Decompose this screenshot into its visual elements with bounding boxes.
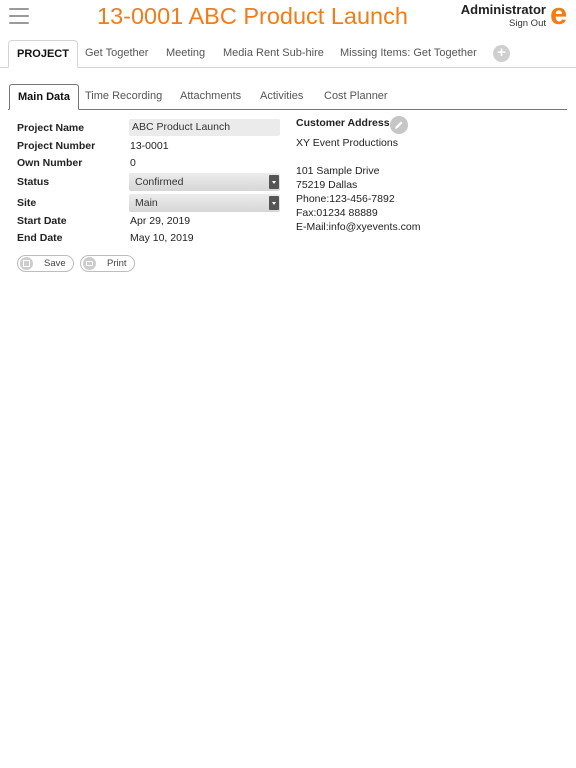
status-select[interactable]: Confirmed bbox=[129, 173, 280, 191]
tab-meeting[interactable]: Meeting bbox=[166, 40, 205, 68]
customer-street: 101 Sample Drive bbox=[296, 165, 380, 177]
end-date-label: End Date bbox=[17, 232, 63, 244]
tab-media-rent-sub-hire[interactable]: Media Rent Sub-hire bbox=[223, 40, 324, 68]
status-label: Status bbox=[17, 176, 50, 188]
sign-out-link[interactable]: Sign Out bbox=[509, 18, 546, 29]
customer-fax: Fax:01234 88889 bbox=[296, 207, 378, 219]
tab-time-recording[interactable]: Time Recording bbox=[85, 84, 162, 110]
customer-company: XY Event Productions bbox=[296, 137, 398, 149]
own-number-value: 0 bbox=[130, 157, 136, 169]
main-tab-bar: PROJECT Get Together Meeting Media Rent … bbox=[0, 40, 576, 68]
tab-activities[interactable]: Activities bbox=[260, 84, 303, 110]
project-name-input[interactable]: ABC Product Launch bbox=[129, 119, 280, 136]
printer-icon bbox=[83, 257, 96, 270]
site-select[interactable]: Main bbox=[129, 194, 280, 212]
customer-address-heading: Customer Address bbox=[296, 117, 390, 129]
site-select-value: Main bbox=[135, 197, 158, 209]
tab-project[interactable]: PROJECT bbox=[8, 40, 78, 68]
end-date-value[interactable]: May 10, 2019 bbox=[130, 232, 194, 244]
customer-phone: Phone:123-456-7892 bbox=[296, 193, 395, 205]
e-logo-icon: e bbox=[550, 0, 570, 31]
start-date-label: Start Date bbox=[17, 215, 67, 227]
page-title: 13-0001 ABC Product Launch bbox=[97, 3, 408, 29]
start-date-value[interactable]: Apr 29, 2019 bbox=[130, 215, 190, 227]
customer-email[interactable]: E-Mail:info@xyevents.com bbox=[296, 221, 420, 233]
tab-get-together[interactable]: Get Together bbox=[85, 40, 148, 68]
project-name-label: Project Name bbox=[17, 122, 85, 134]
print-button-label: Print bbox=[107, 258, 127, 269]
dropdown-arrow-icon bbox=[269, 175, 279, 189]
customer-city: 75219 Dallas bbox=[296, 179, 358, 191]
print-button[interactable]: Print bbox=[80, 255, 135, 272]
pencil-icon[interactable] bbox=[390, 116, 408, 134]
tab-main-data[interactable]: Main Data bbox=[9, 84, 79, 110]
save-button-label: Save bbox=[44, 258, 66, 269]
project-number-value: 13-0001 bbox=[130, 140, 169, 152]
project-number-label: Project Number bbox=[17, 140, 96, 152]
user-name: Administrator bbox=[460, 2, 546, 17]
dropdown-arrow-icon bbox=[269, 196, 279, 210]
site-label: Site bbox=[17, 197, 37, 209]
tab-attachments[interactable]: Attachments bbox=[180, 84, 241, 110]
hamburger-menu-icon[interactable] bbox=[9, 8, 29, 24]
tab-cost-planner[interactable]: Cost Planner bbox=[324, 84, 388, 110]
save-disk-icon bbox=[20, 257, 33, 270]
app-header: 13-0001 ABC Product Launch Administrator… bbox=[0, 0, 576, 36]
own-number-label: Own Number bbox=[17, 157, 83, 169]
sub-tab-bar: Main Data Time Recording Attachments Act… bbox=[0, 84, 576, 111]
status-select-value: Confirmed bbox=[135, 176, 184, 188]
add-tab-plus-icon[interactable]: + bbox=[493, 45, 510, 62]
save-button[interactable]: Save bbox=[17, 255, 74, 272]
svg-text:e: e bbox=[550, 0, 567, 31]
tab-missing-items[interactable]: Missing Items: Get Together bbox=[340, 40, 477, 68]
